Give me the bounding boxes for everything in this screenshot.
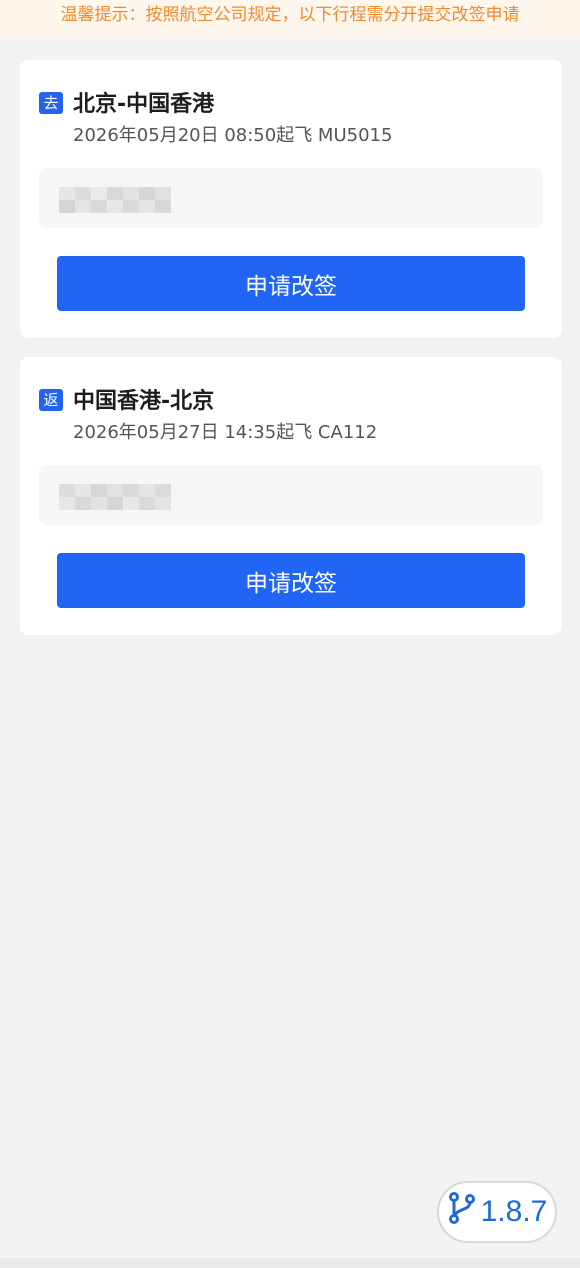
trip-route: 中国香港-北京 xyxy=(73,389,215,414)
flight-info: 2026年05月20日 08:50起飞 MU5015 xyxy=(73,125,393,146)
trip-card-outbound: 去 北京-中国香港 2026年05月20日 08:50起飞 MU5015 申请改… xyxy=(20,60,562,338)
flight-info: 2026年05月27日 14:35起飞 CA112 xyxy=(73,422,378,443)
version-badge[interactable]: 1.8.7 xyxy=(437,1181,557,1243)
redacted-passenger-name xyxy=(59,484,171,510)
redacted-passenger-name xyxy=(59,187,171,213)
passenger-box xyxy=(39,168,543,228)
passenger-box xyxy=(39,465,543,525)
git-branch-icon xyxy=(447,1190,481,1234)
notice-banner: 温馨提示：按照航空公司规定，以下行程需分开提交改签申请 xyxy=(0,0,580,40)
apply-change-button[interactable]: 申请改签 xyxy=(57,553,525,608)
trip-route: 北京-中国香港 xyxy=(73,92,215,117)
apply-change-button[interactable]: 申请改签 xyxy=(57,256,525,311)
notice-text: 温馨提示：按照航空公司规定，以下行程需分开提交改签申请 xyxy=(60,5,520,25)
version-label: 1.8.7 xyxy=(480,1195,548,1228)
trip-card-return: 返 中国香港-北京 2026年05月27日 14:35起飞 CA112 申请改签 xyxy=(20,357,562,635)
bottom-bar xyxy=(0,1258,580,1268)
trip-type-badge: 去 xyxy=(39,92,63,114)
trip-type-badge: 返 xyxy=(39,389,63,411)
